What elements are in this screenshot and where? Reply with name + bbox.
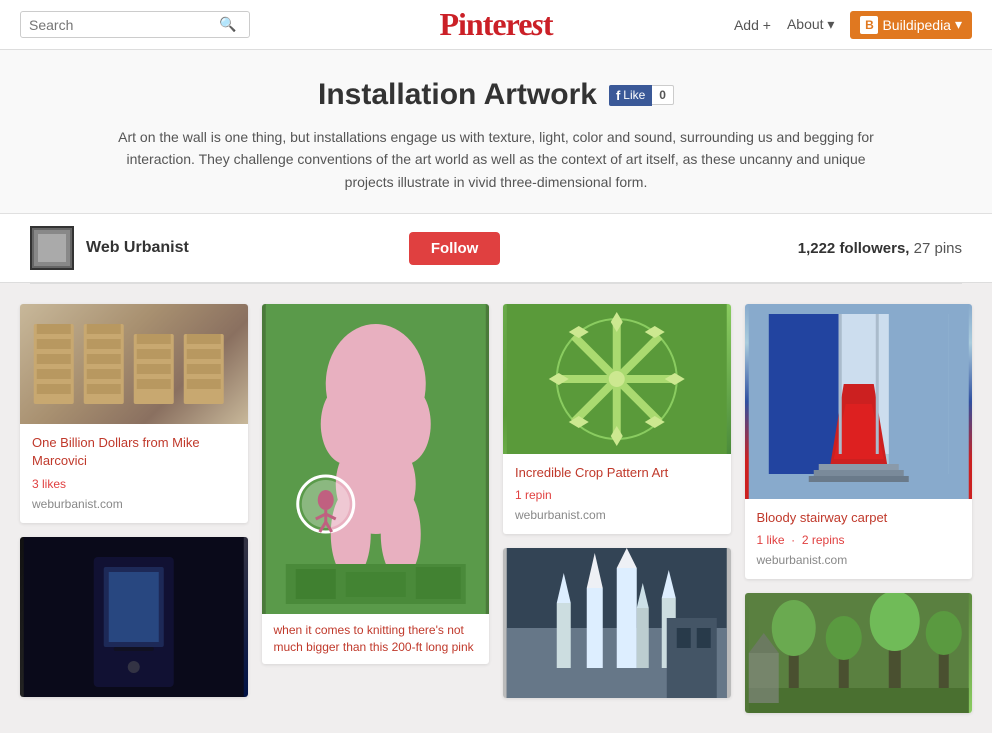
pin-card[interactable]: One Billion Dollars from Mike Marcovici … [20, 304, 248, 522]
pin-card[interactable] [745, 593, 973, 713]
avatar [30, 226, 74, 270]
search-form: 🔍 [20, 11, 250, 38]
pin-source: weburbanist.com [757, 553, 961, 567]
pin-image [745, 304, 973, 499]
pin-likes: 1 like · 2 repins [757, 533, 961, 547]
header: 🔍 Pinterest Add + About ▾ B Buildipedia … [0, 0, 992, 50]
crop-illustration [503, 304, 731, 454]
pin-info: Incredible Crop Pattern Art 1 repin webu… [503, 454, 731, 534]
pin-image [503, 548, 731, 698]
facebook-like-button[interactable]: f Like [609, 85, 652, 106]
buildipedia-button[interactable]: B Buildipedia ▾ [850, 11, 972, 39]
pin-caption: when it comes to knitting there's not mu… [262, 614, 490, 664]
pin-column-4: Bloody stairway carpet 1 like · 2 repins… [745, 304, 973, 713]
about-button[interactable]: About ▾ [787, 16, 835, 33]
pin-title: One Billion Dollars from Mike Marcovici [32, 434, 236, 470]
red-carpet-illustration [745, 304, 973, 499]
sculpture-illustration [262, 304, 490, 614]
pin-column-3: Incredible Crop Pattern Art 1 repin webu… [503, 304, 731, 698]
hero-description: Art on the wall is one thing, but instal… [116, 126, 876, 193]
pin-column-2: when it comes to knitting there's not mu… [262, 304, 490, 664]
pin-likes: 1 repin [515, 488, 719, 502]
pin-image [20, 537, 248, 697]
buildipedia-icon: B [860, 16, 878, 34]
pin-image [20, 304, 248, 424]
cathedral-illustration [503, 548, 731, 698]
add-button[interactable]: Add + [734, 17, 771, 33]
pin-card[interactable]: Incredible Crop Pattern Art 1 repin webu… [503, 304, 731, 534]
pins-grid: One Billion Dollars from Mike Marcovici … [0, 284, 992, 733]
search-button[interactable]: 🔍 [219, 16, 236, 33]
pin-image [262, 304, 490, 614]
followers-count: 1,222 followers, [798, 240, 914, 257]
pin-info: One Billion Dollars from Mike Marcovici … [20, 424, 248, 522]
pin-title: Incredible Crop Pattern Art [515, 464, 719, 482]
dark-illustration [20, 537, 248, 697]
pin-column-1: One Billion Dollars from Mike Marcovici … [20, 304, 248, 696]
follow-button[interactable]: Follow [409, 232, 501, 265]
facebook-like-box: f Like 0 [609, 85, 674, 106]
avatar-image [32, 228, 72, 268]
pin-source: weburbanist.com [515, 508, 719, 522]
header-right: Add + About ▾ B Buildipedia ▾ [734, 11, 972, 39]
followers-info: 1,222 followers, 27 pins [798, 240, 962, 257]
pin-image [503, 304, 731, 454]
pin-card[interactable] [503, 548, 731, 698]
pinterest-logo: Pinterest [439, 6, 552, 42]
profile-name: Web Urbanist [86, 239, 189, 257]
facebook-icon: f [616, 88, 620, 103]
logo-area: Pinterest [439, 6, 552, 43]
pin-card[interactable] [20, 537, 248, 697]
pin-card[interactable]: Bloody stairway carpet 1 like · 2 repins… [745, 304, 973, 579]
pin-likes: 3 likes [32, 477, 236, 491]
pallets-illustration [20, 304, 248, 424]
pin-info: Bloody stairway carpet 1 like · 2 repins… [745, 499, 973, 579]
page-title: Installation Artwork f Like 0 [318, 78, 674, 112]
pin-image [745, 593, 973, 713]
pin-source: weburbanist.com [32, 497, 236, 511]
pin-card[interactable]: when it comes to knitting there's not mu… [262, 304, 490, 664]
pin-title: Bloody stairway carpet [757, 509, 961, 527]
hero-section: Installation Artwork f Like 0 Art on the… [0, 50, 992, 214]
search-input[interactable] [29, 17, 219, 33]
pins-count: 27 pins [914, 240, 962, 257]
trees-illustration [745, 593, 973, 713]
facebook-count: 0 [652, 85, 674, 105]
profile-bar: Web Urbanist Follow 1,222 followers, 27 … [0, 214, 992, 283]
